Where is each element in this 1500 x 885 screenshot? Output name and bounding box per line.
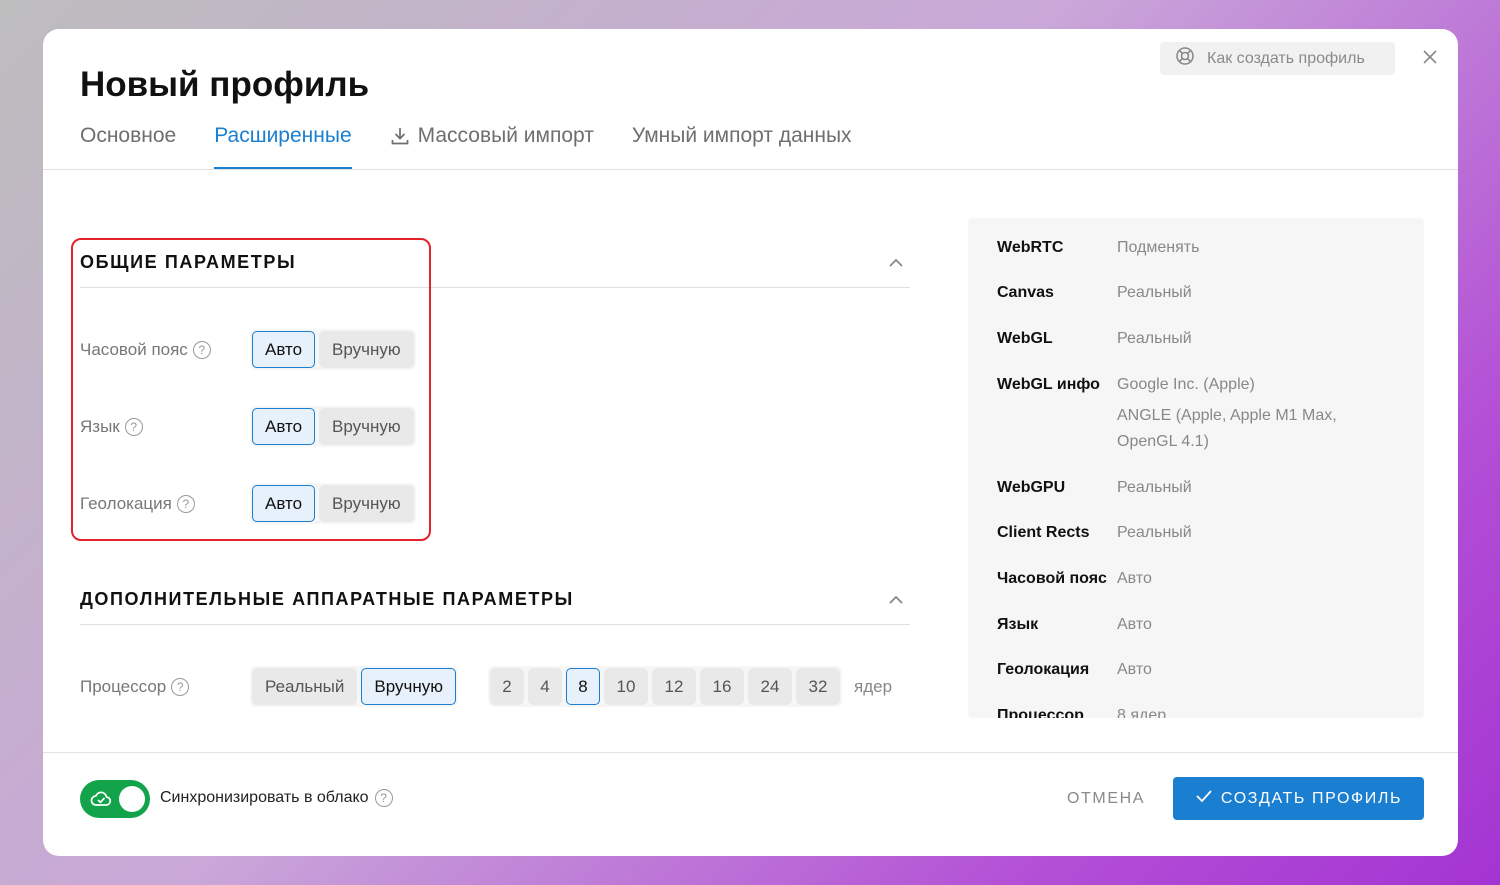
summary-value: ANGLE (Apple, Apple M1 Max, OpenGL 4.1) [1117,407,1337,450]
help-label: Как создать профиль [1207,49,1365,67]
summary-row: WebGL Реальный [997,326,1192,352]
cores-unit: ядер [854,676,893,696]
highlight-box [71,238,431,541]
tab-advanced[interactable]: Расширенные [214,124,353,170]
cloud-check-icon [90,789,112,814]
tab-smart-import[interactable]: Умный импорт данных [632,124,852,170]
core-option[interactable]: 32 [796,668,840,705]
tab-label: Основное [80,124,177,147]
sync-label-text: Синхронизировать в облако [160,789,369,806]
cloud-sync-toggle[interactable] [80,780,150,818]
create-label: СОЗДАТЬ ПРОФИЛЬ [1220,789,1403,807]
summary-value: 8 ядер [1117,707,1167,718]
footer-divider [43,752,1458,753]
tabs-divider [43,169,1458,170]
dialog-title: Новый профиль [80,65,370,104]
close-icon[interactable] [1419,46,1441,68]
core-option[interactable]: 10 [604,668,648,705]
tab-bar: Основное Расширенные Массовый импорт Умн… [80,124,890,170]
summary-row: WebRTC Подменять [997,235,1199,261]
summary-value: Реальный [1117,479,1192,496]
row-label-text: Процессор [80,676,167,696]
summary-row: Canvas Реальный [997,280,1192,306]
profile-summary-panel[interactable]: WebRTC Подменять Canvas Реальный WebGL Р… [968,218,1424,718]
summary-key: Процессор [997,707,1084,718]
summary-value: Авто [1117,616,1152,633]
core-option[interactable]: 24 [748,668,792,705]
lifebuoy-icon [1175,46,1195,71]
chevron-up-icon[interactable] [886,253,906,273]
tab-label: Умный импорт данных [631,124,852,147]
summary-value: Google Inc. (Apple) [1117,376,1255,393]
summary-row: Геолокация Авто [997,657,1152,683]
download-icon [390,126,410,152]
tab-bulk-import[interactable]: Массовый импорт [390,124,594,170]
summary-key: WebGL инфо [997,376,1100,393]
summary-key: Язык [997,616,1039,633]
chevron-up-icon[interactable] [886,590,906,610]
how-to-create-profile-button[interactable]: Как создать профиль [1160,42,1395,75]
sync-label: Синхронизировать в облако ? [160,789,393,807]
core-option[interactable]: 8 [566,668,600,705]
summary-key: Часовой пояс [997,570,1107,587]
summary-key: WebRTC [997,239,1064,256]
cpu-label: Процессор ? [80,677,250,697]
help-icon[interactable]: ? [374,789,393,807]
cancel-button[interactable]: ОТМЕНА [1051,781,1161,817]
summary-value: Авто [1117,570,1152,587]
hardware-section-header[interactable]: ДОПОЛНИТЕЛЬНЫЕ АППАРАТНЫЕ ПАРАМЕТРЫ [80,575,910,625]
summary-value: Реальный [1117,524,1192,541]
cpu-manual-button[interactable]: Вручную [361,668,456,705]
cpu-real-button[interactable]: Реальный [252,668,358,705]
summary-key: WebGPU [997,479,1066,496]
check-icon [1195,789,1213,808]
tab-label: Массовый импорт [417,124,594,147]
summary-value: Авто [1117,661,1152,678]
summary-key: Canvas [997,284,1054,301]
core-option[interactable]: 12 [652,668,696,705]
toggle-knob [119,786,145,812]
core-option[interactable]: 16 [700,668,744,705]
tab-label: Расширенные [214,124,352,147]
summary-row: WebGL инфо Google Inc. (Apple) ANGLE (Ap… [997,372,1377,455]
help-icon[interactable]: ? [171,677,190,696]
cpu-mode-toggle: Реальный Вручную [250,666,458,707]
new-profile-dialog: Новый профиль Как создать профиль Основн… [43,29,1458,856]
summary-row: Язык Авто [997,612,1152,638]
summary-value: Реальный [1117,330,1192,347]
summary-value: Подменять [1117,239,1200,256]
summary-row: Процессор 8 ядер [997,703,1166,718]
summary-key: WebGL [997,330,1053,347]
tab-basic[interactable]: Основное [80,124,176,170]
cpu-cores-selector: 2 4 8 10 12 16 24 32 [488,666,842,707]
summary-key: Client Rects [997,524,1090,541]
summary-row: Часовой пояс Авто [997,566,1152,592]
create-profile-button[interactable]: СОЗДАТЬ ПРОФИЛЬ [1173,777,1424,820]
core-option[interactable]: 2 [490,668,524,705]
core-option[interactable]: 4 [528,668,562,705]
cpu-row: Процессор ? Реальный Вручную 2 4 8 10 12… [80,666,892,707]
summary-row: Client Rects Реальный [997,520,1192,546]
summary-row: WebGPU Реальный [997,475,1192,501]
summary-key: Геолокация [997,661,1090,678]
section-title: ДОПОЛНИТЕЛЬНЫЕ АППАРАТНЫЕ ПАРАМЕТРЫ [80,589,574,609]
summary-value: Реальный [1117,284,1192,301]
